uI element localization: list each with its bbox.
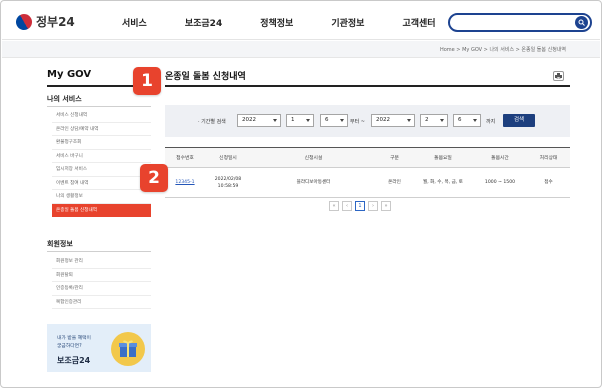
period-search-button[interactable]: 검색 — [503, 114, 535, 127]
cell-applied-at: 2022/02/08 10:58:59 — [214, 176, 242, 189]
banner-line-1: 내가 받을 혜택이 — [57, 336, 91, 341]
to-day-select[interactable]: 6 — [453, 114, 481, 127]
page-title: 온종일 돌봄 신청내역 — [165, 72, 246, 82]
sidebar-menu-my-services: 서비스 신청내역 온라인 상담/예약 내역 환불청구조회 서비스 바구니 임시저… — [52, 109, 151, 217]
period-label: · 기간별 검색 — [198, 119, 226, 125]
from-month-select[interactable]: 1 — [286, 114, 314, 127]
main-nav: 서비스 보조금24 정책정보 기관정보 고객센터 — [122, 16, 474, 29]
print-button[interactable] — [553, 71, 564, 81]
search-input[interactable] — [456, 17, 566, 28]
sidebar-item-life-info[interactable]: 나의 생활정보 — [52, 190, 151, 204]
sidebar-item-application-history[interactable]: 서비스 신청내역 — [52, 109, 151, 123]
sidebar-title: My GOV — [47, 69, 92, 80]
prev-page-button[interactable]: ‹ — [342, 201, 352, 211]
banner-line-2: 궁금하다면? — [57, 344, 82, 349]
page-title-rule — [165, 85, 570, 87]
sidebar-item-certificate-management[interactable]: 인증등록/관리 — [52, 282, 151, 296]
sidebar-item-withdraw[interactable]: 회원탈퇴 — [52, 269, 151, 282]
gift-box-icon — [111, 332, 145, 366]
search-icon — [578, 19, 585, 26]
sidebar-item-member-management[interactable]: 회원정보 관리 — [52, 255, 151, 269]
table-header-row: 접수번호 신청일시 신청시설 구분 돌봄요일 돌봄시간 처리상태 — [165, 147, 570, 168]
banner-title: 보조금24 — [57, 356, 91, 365]
nav-item-policy-info[interactable]: 정책정보 — [260, 16, 293, 29]
sidebar-item-saved-services[interactable]: 임시저장 서비스 — [52, 163, 151, 177]
sidebar-item-refund-inquiry[interactable]: 환불청구조회 — [52, 136, 151, 150]
to-year-select[interactable]: 2022 — [371, 114, 415, 127]
cell-type: 온라인 — [388, 180, 401, 185]
search-button[interactable] — [575, 16, 588, 29]
application-table: 접수번호 신청일시 신청시설 구분 돌봄요일 돌봄시간 처리상태 12345-1… — [165, 147, 570, 198]
gov24-logo[interactable]: 정부24 — [13, 10, 75, 33]
col-header-status: 처리상태 — [539, 156, 558, 161]
taegeuk-icon — [13, 10, 35, 33]
header-search — [448, 13, 592, 32]
from-year-select[interactable]: 2022 — [237, 114, 281, 127]
pagination: « ‹ 1 › » — [329, 201, 394, 211]
to-month-select[interactable]: 2 — [420, 114, 448, 127]
sidebar-section-member-info: 회원정보 — [47, 240, 73, 248]
col-header-facility: 신청시설 — [304, 156, 323, 161]
sidebar-section-my-services: 나의 서비스 — [47, 95, 82, 103]
from-day-select[interactable]: 6 — [320, 114, 348, 127]
receipt-no-link[interactable]: 12345-1 — [175, 180, 194, 185]
col-header-receipt-no: 접수번호 — [176, 156, 194, 161]
sidebar-item-consult-reservation[interactable]: 온라인 상담/예약 내역 — [52, 123, 151, 136]
table-row: 12345-1 2022/02/08 10:58:59 블라디보아동센터 온라인… — [165, 168, 570, 198]
sidebar-item-event-history[interactable]: 이벤트 참여 내역 — [52, 177, 151, 190]
breadcrumb-bar: Home > My GOV > 나의 서비스 > 온종일 돌봄 신청내역 — [2, 41, 600, 58]
page-1-button[interactable]: 1 — [355, 201, 365, 211]
cell-care-hours: 1000 ~ 1500 — [484, 180, 516, 185]
logo-text: 정부24 — [36, 15, 75, 29]
next-page-button[interactable]: › — [368, 201, 378, 211]
col-header-care-days: 돌봄요일 — [434, 156, 452, 161]
callout-badge-2: 2 — [140, 164, 168, 192]
period-search-panel: · 기간별 검색 2022 1 6 부터 ~ 2022 2 6 까지 검색 — [165, 105, 570, 137]
subsidy24-banner[interactable]: 내가 받을 혜택이 궁금하다면? 보조금24 — [47, 324, 151, 372]
callout-badge-1: 1 — [133, 67, 161, 95]
sidebar-section-divider — [47, 251, 151, 252]
printer-icon — [555, 73, 562, 79]
first-page-button[interactable]: « — [329, 201, 339, 211]
last-page-button[interactable]: » — [381, 201, 391, 211]
sidebar-menu-member-info: 회원정보 관리 회원탈퇴 인증등록/관리 복합인증관리 — [52, 255, 151, 309]
nav-item-agency-info[interactable]: 기관정보 — [331, 16, 364, 29]
screenshot-frame: 정부24 서비스 보조금24 정책정보 기관정보 고객센터 Home > My … — [0, 0, 602, 388]
to-suffix-label: 까지 — [486, 119, 496, 125]
sidebar-section-divider — [47, 106, 151, 107]
nav-item-subsidy24[interactable]: 보조금24 — [185, 16, 222, 29]
breadcrumb: Home > My GOV > 나의 서비스 > 온종일 돌봄 신청내역 — [439, 47, 566, 53]
sidebar-item-all-day-care[interactable]: 온종일 돌봄 신청내역 — [52, 203, 151, 217]
col-header-applied-at: 신청일시 — [219, 156, 237, 161]
col-header-type: 구분 — [390, 156, 399, 161]
nav-item-customer-center[interactable]: 고객센터 — [402, 16, 435, 29]
cell-facility: 블라디보아동센터 — [296, 180, 331, 185]
sidebar-item-multi-auth[interactable]: 복합인증관리 — [52, 296, 151, 309]
col-header-care-hours: 돌봄시간 — [491, 156, 509, 161]
from-suffix-label: 부터 ~ — [350, 119, 365, 125]
cell-status: 접수 — [544, 180, 553, 185]
nav-item-services[interactable]: 서비스 — [122, 16, 147, 29]
sidebar-item-service-basket[interactable]: 서비스 바구니 — [52, 150, 151, 163]
cell-care-days: 월, 화, 수, 목, 금, 토 — [423, 180, 463, 185]
cell-receipt-no: 12345-1 — [165, 168, 205, 198]
top-header: 정부24 서비스 보조금24 정책정보 기관정보 고객센터 — [2, 2, 600, 40]
